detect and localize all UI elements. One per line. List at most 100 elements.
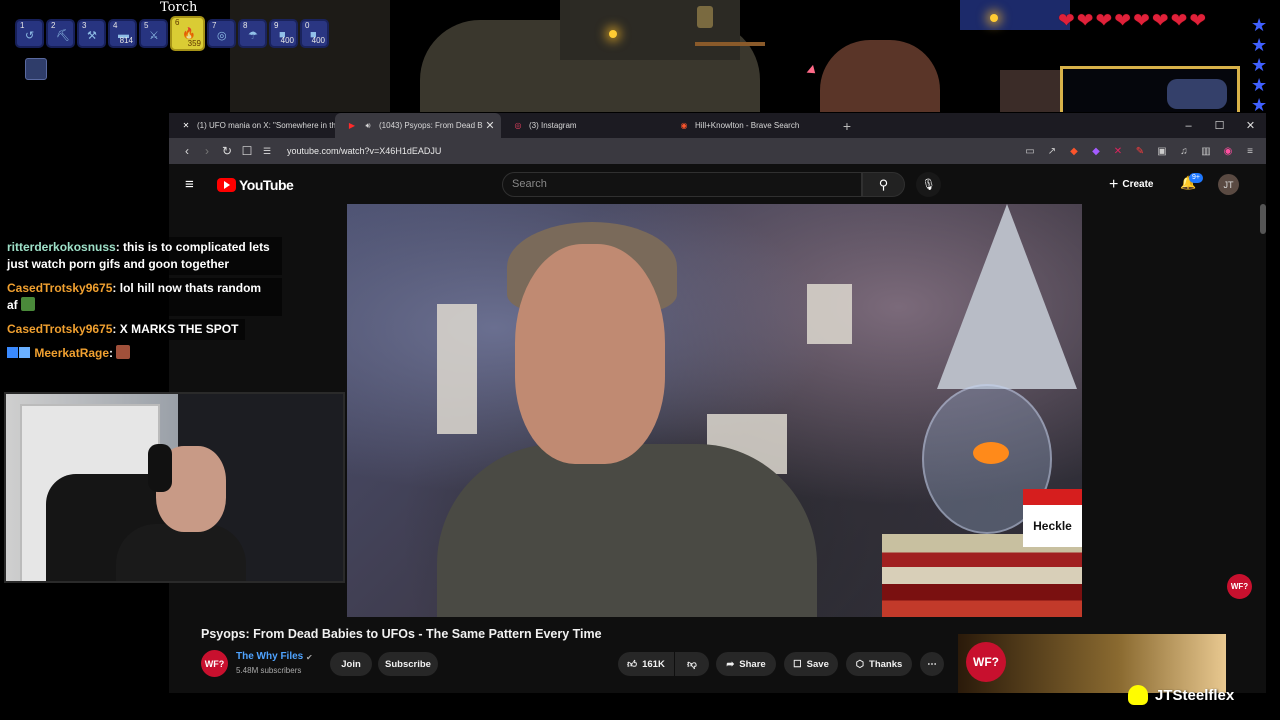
reload-icon[interactable]: ↻ — [217, 141, 237, 161]
back-icon[interactable]: ‹ — [177, 141, 197, 161]
forward-icon[interactable]: › — [197, 141, 217, 161]
poster — [437, 304, 477, 434]
presenter-body — [437, 444, 817, 617]
trash-slot[interactable] — [25, 58, 47, 80]
slot-number: 0 — [305, 21, 310, 30]
subscriber-badge-icon — [7, 347, 18, 358]
chat-username[interactable]: CasedTrotsky9675 — [7, 322, 112, 336]
hotbar-slot-2[interactable]: 2 ⛏ — [46, 19, 75, 48]
thanks-button[interactable]: ⬡ Thanks — [846, 652, 912, 676]
heart-icon: ❤ — [1189, 10, 1207, 32]
minimize-button[interactable]: – — [1173, 113, 1204, 138]
wallet-icon[interactable]: ◉ — [1218, 141, 1238, 161]
save-button[interactable]: ☐ Save — [784, 652, 838, 676]
mana-star-icon: ★ — [1251, 35, 1268, 55]
tab-title: (3) Instagram — [529, 121, 577, 130]
verified-icon: ✔ — [306, 653, 313, 662]
browser-tab[interactable]: ◉ Hill+Knowlton - Brave Search — [667, 113, 833, 138]
chat-username[interactable]: ritterderkokosnuss — [7, 240, 116, 254]
hotbar-slot-7[interactable]: 7 ◎ — [207, 19, 236, 48]
maximize-button[interactable]: ☐ — [1204, 113, 1235, 138]
hotbar-slot-5[interactable]: 5 ⚔ — [139, 19, 168, 48]
like-button[interactable]: 👍︎ 161K — [618, 652, 674, 676]
bookmark-icon[interactable]: ☐ — [237, 141, 257, 161]
emote-icon — [21, 297, 36, 311]
page-scrollbar[interactable] — [1260, 204, 1266, 234]
browser-tab[interactable]: ✕ (1) UFO mania on X: "Somewhere in the — [169, 113, 335, 138]
site-info-icon[interactable]: ☰ — [257, 141, 277, 161]
extension-icon[interactable]: ◆ — [1086, 141, 1106, 161]
subscribe-button[interactable]: Subscribe — [378, 652, 438, 676]
extension-icon[interactable]: ✎ — [1130, 141, 1150, 161]
axe-icon: ⚒ — [87, 30, 97, 42]
hotbar-slot-0[interactable]: 0 ■ 400 — [300, 19, 329, 48]
subscriber-count: 5.48M subscribers — [236, 666, 302, 675]
webcam-feed — [4, 392, 345, 583]
microphone-icon[interactable]: 🎙 — [916, 172, 941, 197]
video-player[interactable]: Heckle — [347, 204, 1082, 617]
hotbar-slot-8[interactable]: 8 ☂ — [238, 19, 267, 48]
cave-dirt — [820, 40, 940, 112]
thumbs-down-icon: 👎︎ — [687, 659, 697, 670]
extension-toolbar: ▭ ↗ ◆ ◆ ✕ ✎ ▣ ♫ ▥ ◉ ≡ — [1020, 141, 1260, 161]
more-actions-icon[interactable]: ⋯ — [920, 652, 944, 676]
hotbar-slot-3[interactable]: 3 ⚒ — [77, 19, 106, 48]
hotbar-slot-6[interactable]: 6 🔥 359 — [170, 16, 205, 51]
hotbar-slot-1[interactable]: 1 ↺ — [15, 19, 44, 48]
heart-icon: ❤ — [1151, 10, 1169, 32]
chat-message: ritterderkokosnuss: this is to complicat… — [0, 237, 282, 275]
close-tab-icon[interactable]: ✕ — [483, 119, 497, 132]
share-page-icon[interactable]: ↗ — [1042, 141, 1062, 161]
browser-tab[interactable]: ◎ (3) Instagram — [501, 113, 667, 138]
create-button[interactable]: + Create — [1109, 172, 1153, 197]
cast-icon[interactable]: ▭ — [1020, 141, 1040, 161]
headset — [148, 444, 172, 492]
cave-cobalt — [960, 0, 1070, 30]
url-field[interactable]: youtube.com/watch?v=X46H1dEADJU — [287, 146, 441, 156]
emote-icon — [116, 345, 131, 359]
join-button[interactable]: Join — [330, 652, 372, 676]
channel-watermark[interactable]: WF? — [1227, 574, 1252, 599]
hamburger-menu-icon[interactable]: ≡ — [185, 176, 194, 193]
cave-rock — [560, 0, 740, 60]
dislike-button[interactable]: 👎︎ — [675, 652, 709, 676]
heart-icon: ❤ — [1133, 10, 1150, 32]
window-controls: – ☐ ✕ — [1173, 113, 1266, 138]
search-icon[interactable]: ⚲ — [862, 172, 905, 197]
menu-icon[interactable]: ≡ — [1240, 141, 1260, 161]
account-avatar[interactable]: JT — [1218, 174, 1239, 195]
tab-bar: ✕ (1) UFO mania on X: "Somewhere in the ▶ 🔊… — [169, 113, 1266, 138]
media-icon[interactable]: ♫ — [1174, 141, 1194, 161]
browser-tab[interactable]: ▶ 🔊︎ (1043) Psyops: From Dead Babies✕ — [335, 113, 501, 138]
selected-item-label: Torch — [160, 0, 198, 15]
mana-star-icon: ★ — [1251, 15, 1268, 35]
thumbs-up-icon: 👍︎ — [627, 659, 638, 670]
channel-avatar[interactable]: WF? — [201, 650, 228, 677]
share-label: Share — [739, 658, 766, 670]
chat-message: MeerkatRage: — [0, 343, 138, 364]
chat-username[interactable]: MeerkatRage — [34, 346, 109, 360]
minimap[interactable] — [1060, 66, 1240, 112]
brave-shield-icon[interactable]: ◆ — [1064, 141, 1084, 161]
slot-quantity: 359 — [187, 39, 201, 48]
x-ext-icon[interactable]: ✕ — [1108, 141, 1128, 161]
new-tab-button[interactable]: + — [833, 113, 861, 138]
tab-title: Hill+Knowlton - Brave Search — [695, 121, 800, 130]
slot-number: 2 — [51, 21, 56, 30]
umbrella-icon: ☂ — [248, 30, 258, 42]
extension-icon[interactable]: ▣ — [1152, 141, 1172, 161]
hotbar-slot-4[interactable]: 4 ▬ 814 — [108, 19, 137, 48]
share-button[interactable]: ➦ Share — [716, 652, 776, 676]
notification-badge: 9+ — [1189, 173, 1203, 183]
tab-title: (1043) Psyops: From Dead Babies — [379, 121, 483, 130]
heart-icon: ❤ — [1170, 10, 1188, 32]
channel-name[interactable]: The Why Files — [236, 651, 303, 662]
close-window-button[interactable]: ✕ — [1235, 113, 1266, 138]
heart-icon: ❤ — [1114, 10, 1132, 32]
search-input[interactable]: Search — [502, 172, 862, 197]
create-label: Create — [1122, 179, 1154, 190]
hotbar-slot-9[interactable]: 9 ■ 400 — [269, 19, 298, 48]
sidebar-icon[interactable]: ▥ — [1196, 141, 1216, 161]
youtube-logo[interactable]: YouTube — [217, 177, 294, 193]
chat-username[interactable]: CasedTrotsky9675 — [7, 281, 112, 295]
